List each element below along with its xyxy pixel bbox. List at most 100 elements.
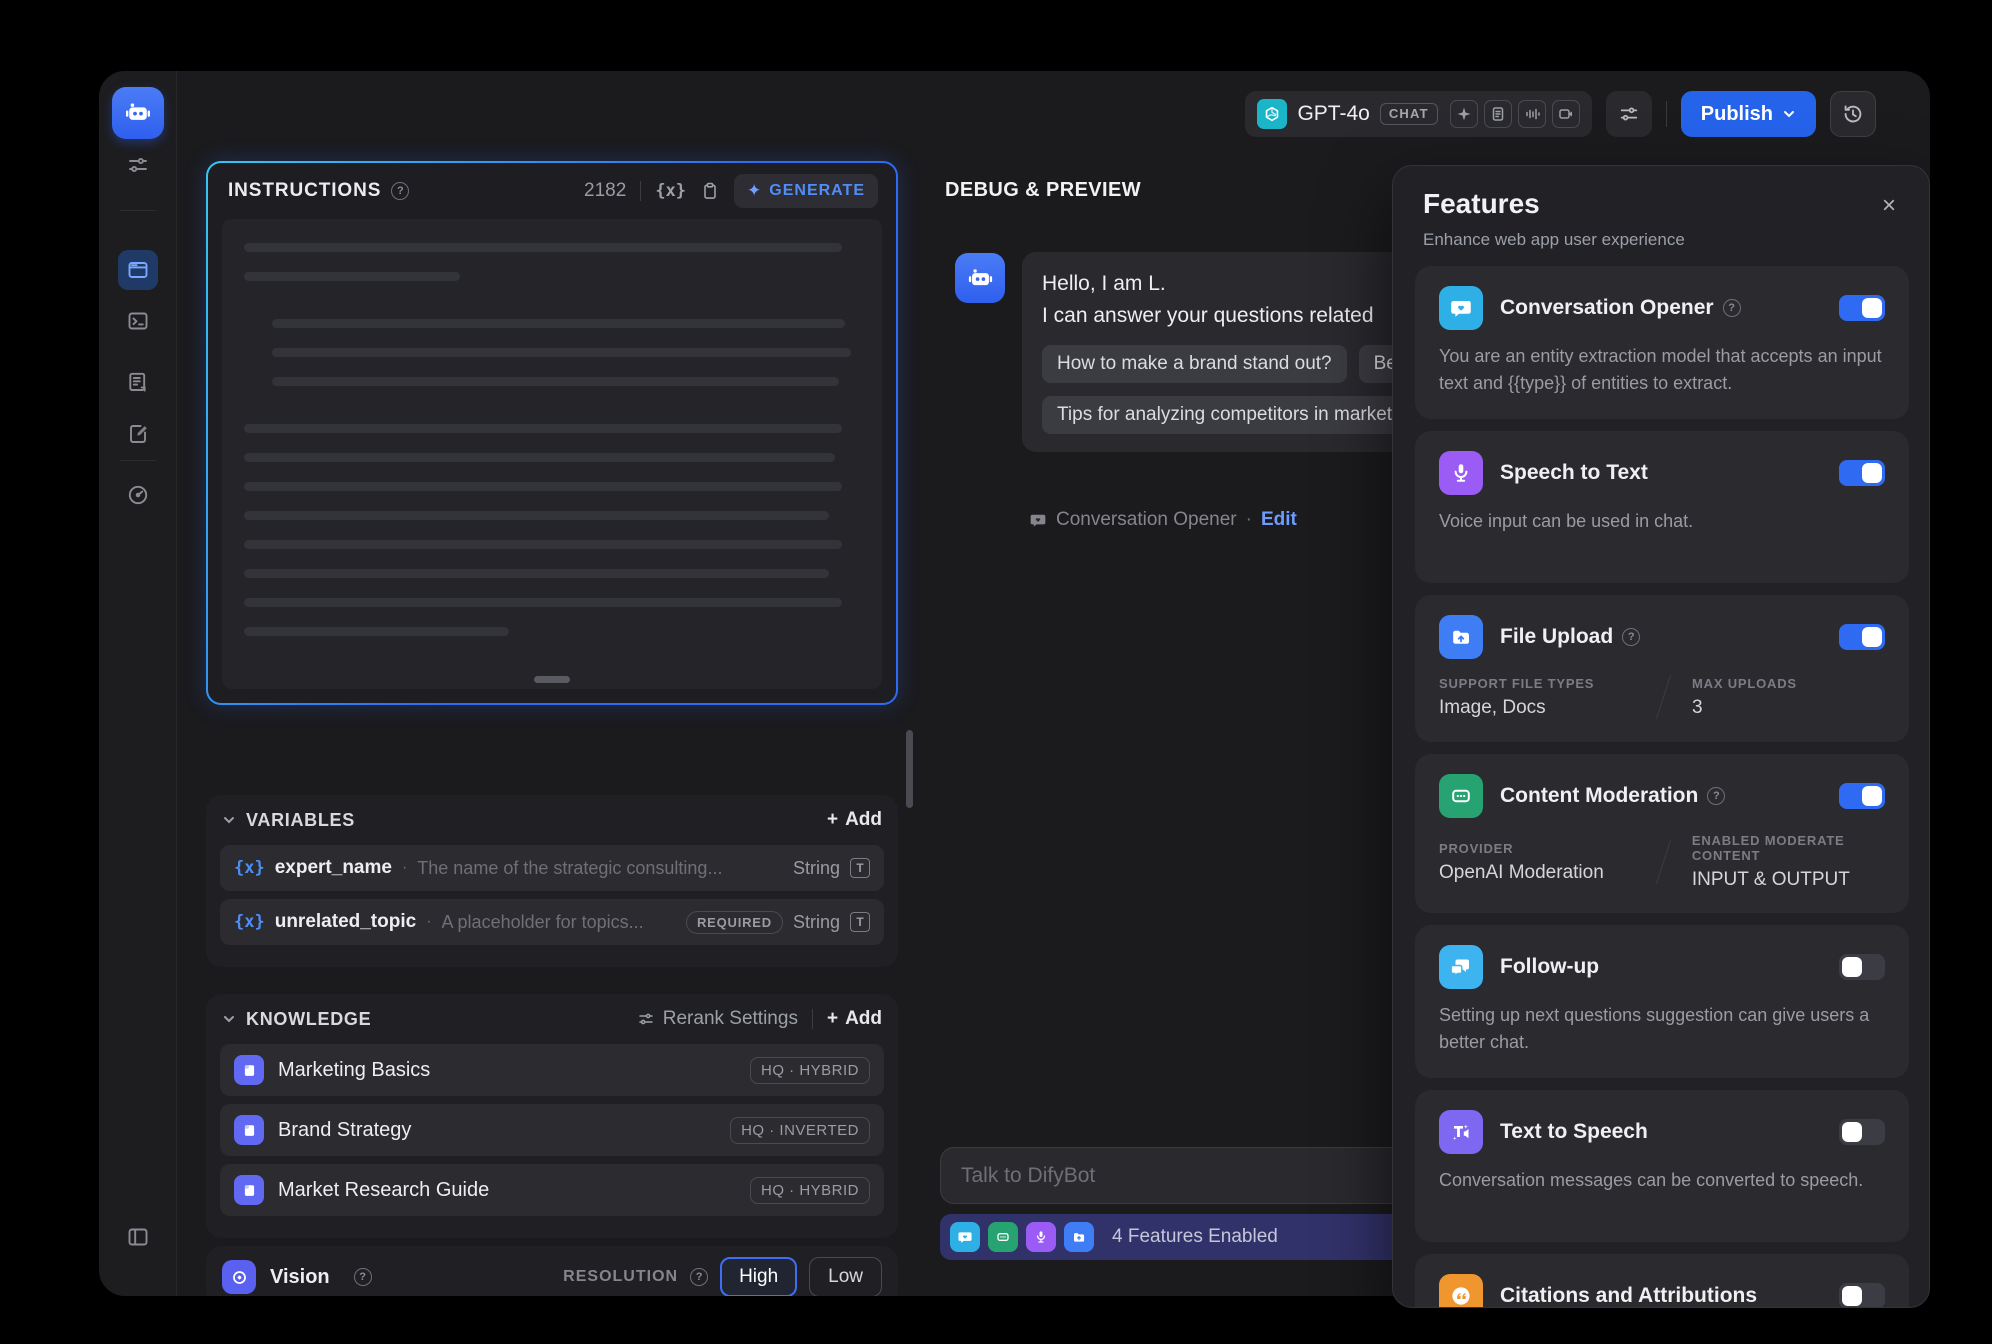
feature-description: Voice input can be used in chat. (1439, 508, 1885, 535)
dot-separator: · (1246, 509, 1252, 531)
video-capability-icon (1552, 100, 1580, 128)
chat-bubble-heart-icon (1029, 511, 1047, 529)
feature-title: Speech to Text (1500, 461, 1648, 485)
add-knowledge-button[interactable]: + Add (827, 1008, 882, 1030)
instructions-editor[interactable] (222, 219, 882, 689)
features-title: Features (1423, 188, 1540, 220)
publish-button[interactable]: Publish (1681, 91, 1816, 137)
follow-up-icon (1439, 945, 1483, 989)
help-icon[interactable]: ? (1707, 787, 1725, 805)
scrollbar-thumb[interactable] (906, 730, 913, 808)
sidebar-item-orchestrate[interactable] (118, 250, 158, 290)
header-divider (1666, 101, 1667, 127)
feature-toggle[interactable] (1839, 624, 1885, 650)
feature-title: Citations and Attributions (1500, 1284, 1757, 1308)
variable-token-icon: {x} (234, 858, 265, 878)
vision-capability-icon (1450, 100, 1478, 128)
feature-toggle[interactable] (1839, 295, 1885, 321)
variable-type: String (793, 858, 840, 879)
sidebar-item-annotation[interactable] (118, 414, 158, 454)
instructions-header: INSTRUCTIONS ? 2182 {x} ✦ GE (208, 163, 896, 219)
suggested-question-chip[interactable]: How to make a brand stand out? (1042, 345, 1347, 383)
sidebar-item-monitoring[interactable] (118, 475, 158, 515)
help-icon[interactable]: ? (690, 1268, 708, 1286)
variable-row[interactable]: {x} unrelated_topic · A placeholder for … (220, 899, 884, 945)
meta-value: 3 (1692, 697, 1797, 719)
knowledge-row[interactable]: Brand Strategy HQ · INVERTED (220, 1104, 884, 1156)
debug-preview-title: DEBUG & PREVIEW (945, 179, 1141, 202)
feature-description: Conversation messages can be converted t… (1439, 1167, 1885, 1194)
help-icon[interactable]: ? (1723, 299, 1741, 317)
chevron-down-icon[interactable] (222, 1012, 236, 1026)
feature-toggle[interactable] (1839, 460, 1885, 486)
dot-separator: · (426, 913, 431, 931)
app-avatar[interactable] (112, 87, 164, 139)
sliders-icon (637, 1010, 655, 1028)
insert-variable-button[interactable]: {x} (655, 181, 686, 201)
knowledge-row[interactable]: Market Research Guide HQ · HYBRID (220, 1164, 884, 1216)
copy-button[interactable] (700, 181, 720, 201)
rerank-settings-button[interactable]: Rerank Settings (637, 1008, 798, 1030)
resolution-low-button[interactable]: Low (809, 1257, 882, 1296)
help-icon[interactable]: ? (391, 182, 409, 200)
knowledge-badge: HQ · INVERTED (730, 1117, 870, 1144)
dot-separator: · (402, 859, 407, 877)
feature-card-follow-up: Follow-up Setting up next questions sugg… (1415, 925, 1909, 1078)
resize-handle[interactable] (534, 676, 570, 683)
resolution-high-button[interactable]: High (720, 1257, 797, 1296)
model-selector[interactable]: GPT-4o CHAT (1245, 91, 1591, 137)
instructions-panel: INSTRUCTIONS ? 2182 {x} ✦ GE (206, 161, 898, 705)
sidebar-item-logs[interactable] (118, 362, 158, 402)
terminal-icon (126, 309, 150, 333)
knowledge-title: KNOWLEDGE (246, 1009, 371, 1030)
chat-mode-badge: CHAT (1380, 103, 1438, 125)
model-settings-button[interactable] (1606, 91, 1652, 137)
history-button[interactable] (1830, 91, 1876, 137)
variable-token-icon: {x} (234, 912, 265, 932)
sparkle-icon: ✦ (747, 181, 761, 201)
feature-title: File Upload (1500, 625, 1613, 649)
clipboard-icon (700, 181, 720, 201)
chevron-down-icon[interactable] (222, 813, 236, 827)
document-capability-icon (1484, 100, 1512, 128)
sidebar-divider (120, 210, 156, 211)
publish-label: Publish (1701, 103, 1773, 126)
sidebar-item-terminal[interactable] (118, 301, 158, 341)
conversation-opener-icon (1439, 286, 1483, 330)
variable-row[interactable]: {x} expert_name · The name of the strate… (220, 845, 884, 891)
generate-button[interactable]: ✦ GENERATE (734, 174, 878, 208)
variables-section: VARIABLES + Add {x} expert_name · The na… (206, 795, 898, 967)
feature-card-text-to-speech: Text to Speech Conversation messages can… (1415, 1090, 1909, 1242)
feature-toggle[interactable] (1839, 1119, 1885, 1145)
feature-card-speech-to-text: Speech to Text Voice input can be used i… (1415, 431, 1909, 583)
feature-toggle[interactable] (1839, 783, 1885, 809)
text-to-speech-icon (1439, 1110, 1483, 1154)
features-card-list: Conversation Opener ? You are an entity … (1415, 266, 1909, 1308)
add-variable-button[interactable]: + Add (827, 809, 882, 831)
sliders-icon (126, 153, 150, 177)
sidebar-collapse-button[interactable] (118, 1217, 158, 1257)
header-actions: GPT-4o CHAT (1245, 91, 1876, 137)
history-clock-icon (1841, 102, 1865, 126)
variable-name: expert_name (275, 857, 392, 879)
features-panel: Features Enhance web app user experience… (1392, 165, 1930, 1308)
sidebar-item-settings[interactable] (118, 145, 158, 185)
variables-title: VARIABLES (246, 810, 355, 831)
text-input-type-icon: T (850, 912, 870, 932)
knowledge-row[interactable]: Marketing Basics HQ · HYBRID (220, 1044, 884, 1096)
help-icon[interactable]: ? (1622, 628, 1640, 646)
plus-icon: + (827, 1008, 838, 1030)
feature-toggle[interactable] (1839, 1283, 1885, 1308)
help-icon[interactable]: ? (354, 1268, 372, 1286)
chevron-down-icon (1782, 107, 1796, 121)
text-input-type-icon: T (850, 858, 870, 878)
feature-toggle[interactable] (1839, 954, 1885, 980)
model-capabilities (1450, 100, 1580, 128)
audio-capability-icon (1518, 100, 1546, 128)
close-icon[interactable]: × (1875, 192, 1903, 220)
citations-icon (1439, 1274, 1483, 1308)
edit-opener-link[interactable]: Edit (1261, 509, 1297, 531)
conversation-opener-mini-icon (950, 1222, 980, 1252)
meta-value: INPUT & OUTPUT (1692, 869, 1885, 891)
openai-logo-icon (1257, 99, 1287, 129)
